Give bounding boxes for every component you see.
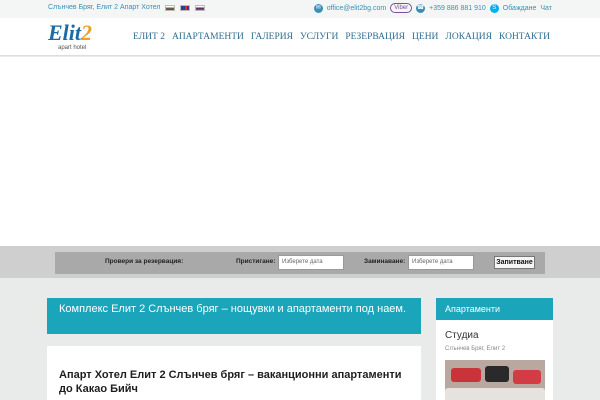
inquiry-button[interactable]: Запитване: [494, 256, 535, 269]
nav-item-prices[interactable]: ЦЕНИ: [412, 32, 438, 42]
departure-date-input[interactable]: Изберете дата: [408, 255, 474, 270]
booking-bar: Провери за резервация: Пристигане: Избер…: [0, 246, 600, 278]
nav-item-location[interactable]: ЛОКАЦИЯ: [445, 32, 492, 42]
contact-bar: ✉ office@elit2bg.com Viber ☎ +359 886 88…: [313, 3, 552, 13]
email-icon: ✉: [313, 3, 323, 13]
phone-link[interactable]: +359 886 881 910: [429, 5, 486, 12]
nav-item-elit2[interactable]: ЕЛИТ 2: [133, 32, 165, 42]
sidebar-card[interactable]: Студиа Слънчев Бряг, Елит 2: [436, 320, 553, 400]
studio-photo[interactable]: [445, 360, 545, 400]
en-flag-icon[interactable]: [180, 4, 191, 11]
booking-form: Провери за резервация: Пристигане: Избер…: [55, 252, 545, 274]
viber-icon[interactable]: Viber: [390, 3, 413, 13]
viber-label: Viber: [394, 5, 409, 11]
arrival-date-input[interactable]: Изберете дата: [278, 255, 344, 270]
logo-number: 2: [81, 20, 93, 45]
top-bar: Слънчев Бряг, Елит 2 Апарт Хотел ✉ offic…: [0, 0, 600, 18]
arrival-label: Пристигане:: [236, 258, 276, 265]
photo-pillow-red: [451, 368, 481, 382]
nav-item-services[interactable]: УСЛУГИ: [300, 32, 338, 42]
nav-item-gallery[interactable]: ГАЛЕРИЯ: [251, 32, 293, 42]
photo-bedsheet: [445, 388, 545, 400]
article: Апарт Хотел Елит 2 Слънчев бряг – ваканц…: [47, 346, 421, 400]
phone-icon: ☎: [416, 3, 426, 13]
ru-flag-icon[interactable]: [195, 4, 206, 11]
logo[interactable]: Elit2 apart hotel: [48, 20, 100, 54]
bg-flag-icon[interactable]: [165, 4, 176, 11]
site-header: Elit2 apart hotel ЕЛИТ 2 АПАРТАМЕНТИ ГАЛ…: [0, 18, 600, 56]
logo-subtitle: apart hotel: [58, 45, 87, 51]
photo-pillow-red-2: [513, 370, 541, 384]
nav-item-reservation[interactable]: РЕЗЕРВАЦИЯ: [345, 32, 405, 42]
nav-item-apartments[interactable]: АПАРТАМЕНТИ: [172, 32, 244, 42]
hero-banner: [0, 57, 600, 246]
departure-label: Заминаване:: [364, 258, 406, 265]
logo-prefix: Elit: [48, 20, 82, 45]
sidebar-item-subtitle: Слънчев Бряг, Елит 2: [445, 346, 506, 352]
photo-pillow-dark: [485, 366, 509, 382]
chat-link[interactable]: Чат: [540, 5, 552, 12]
article-heading: Апарт Хотел Елит 2 Слънчев бряг – ваканц…: [59, 369, 402, 395]
sidebar-item-title[interactable]: Студиа: [445, 330, 479, 341]
location-text: Слънчев Бряг, Елит 2 Апарт Хотел: [48, 4, 161, 11]
sidebar-header: Апартаменти: [436, 298, 553, 320]
booking-check-label: Провери за резервация:: [105, 258, 184, 265]
email-link[interactable]: office@elit2bg.com: [327, 5, 387, 12]
page-title: Комплекс Елит 2 Слънчев бряг – нощувки и…: [47, 298, 421, 334]
nav-item-contacts[interactable]: КОНТАКТИ: [499, 32, 550, 42]
skype-icon: S: [489, 3, 499, 13]
logo-mark: Elit2: [48, 20, 92, 46]
main-nav: ЕЛИТ 2 АПАРТАМЕНТИ ГАЛЕРИЯ УСЛУГИ РЕЗЕРВ…: [133, 32, 550, 42]
call-link[interactable]: Обаждане: [503, 5, 537, 12]
location-and-languages: Слънчев Бряг, Елит 2 Апарт Хотел: [48, 4, 206, 11]
